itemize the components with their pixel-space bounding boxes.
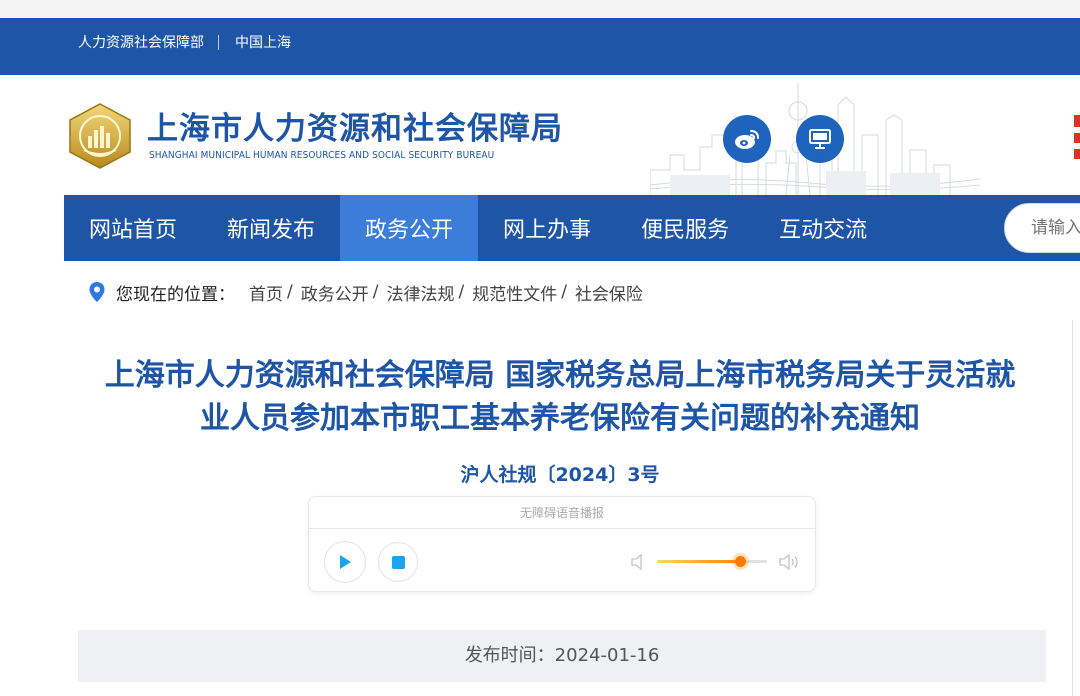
- partial-red-icon: [1074, 115, 1080, 159]
- audio-player: 无障碍语音播报: [308, 496, 816, 592]
- volume-knob[interactable]: [734, 556, 746, 567]
- search-input[interactable]: [1004, 203, 1080, 253]
- weibo-button[interactable]: [723, 115, 771, 163]
- play-button[interactable]: [324, 541, 366, 583]
- site-name: 上海市人力资源和社会保障局: [147, 111, 563, 147]
- desktop-button[interactable]: [796, 115, 844, 163]
- nav-government-affairs[interactable]: 政务公开: [340, 195, 479, 261]
- volume-low-icon: [631, 553, 642, 571]
- volume-slider[interactable]: [657, 556, 767, 567]
- article-title-line2: 业人员参加本市职工基本养老保险有关问题的补充通知: [200, 401, 920, 436]
- breadcrumb-here-label: 您现在的位置：: [116, 284, 235, 305]
- nav-convenience-services[interactable]: 便民服务: [616, 195, 754, 261]
- audio-player-label: 无障碍语音播报: [309, 497, 815, 529]
- top-links: 人力资源社会保障部 中国上海: [78, 32, 291, 52]
- link-shanghai[interactable]: 中国上海: [235, 32, 291, 52]
- nav-interaction[interactable]: 互动交流: [754, 195, 892, 261]
- nav-home[interactable]: 网站首页: [64, 195, 202, 261]
- breadcrumb-separator: /: [287, 282, 293, 302]
- stop-button[interactable]: [378, 542, 418, 582]
- weibo-icon: [735, 130, 759, 149]
- bureau-logo: [69, 103, 131, 169]
- breadcrumb-government-affairs[interactable]: 政务公开: [301, 280, 369, 305]
- nav-online-services[interactable]: 网上办事: [478, 195, 616, 261]
- content-right-border: [1072, 320, 1073, 696]
- location-pin-icon: [89, 282, 105, 302]
- document-number: 沪人社规〔2024〕3号: [460, 464, 660, 486]
- browser-top-strip: [0, 0, 1080, 18]
- breadcrumb-social-insurance[interactable]: 社会保险: [575, 280, 643, 305]
- play-icon: [340, 555, 351, 569]
- breadcrumb-home[interactable]: 首页: [249, 280, 283, 305]
- nav-news[interactable]: 新闻发布: [202, 195, 340, 261]
- desktop-icon: [809, 129, 831, 149]
- main-nav: 网站首页 新闻发布 政务公开 网上办事 便民服务 互动交流: [64, 195, 1080, 261]
- article-title: 上海市人力资源和社会保障局 国家税务总局上海市税务局关于灵活就 业人员参加本市职…: [70, 354, 1050, 440]
- publish-date-bar: 发布时间：2024-01-16: [78, 630, 1046, 682]
- link-divider: [218, 34, 219, 50]
- site-name-english: SHANGHAI MUNICIPAL HUMAN RESOURCES AND S…: [149, 150, 495, 161]
- breadcrumb-normative-documents[interactable]: 规范性文件: [472, 280, 557, 305]
- volume-high-icon: [779, 553, 798, 571]
- breadcrumb-separator: /: [458, 282, 465, 302]
- top-links-bar: 人力资源社会保障部 中国上海: [0, 18, 1080, 75]
- breadcrumb: 您现在的位置： 首页 / 政务公开 / 法律法规 / 规范性文件 / 社会保险: [88, 280, 643, 305]
- volume-fill: [657, 560, 740, 563]
- article-title-line1: 上海市人力资源和社会保障局 国家税务总局上海市税务局关于灵活就: [104, 358, 1016, 393]
- breadcrumb-laws[interactable]: 法律法规: [386, 280, 454, 305]
- site-header: 上海市人力资源和社会保障局 SHANGHAI MUNICIPAL HUMAN R…: [0, 75, 1080, 195]
- stop-icon: [391, 555, 405, 569]
- breadcrumb-separator: /: [372, 282, 379, 302]
- breadcrumb-separator: /: [561, 282, 567, 302]
- link-ministry[interactable]: 人力资源社会保障部: [78, 32, 204, 52]
